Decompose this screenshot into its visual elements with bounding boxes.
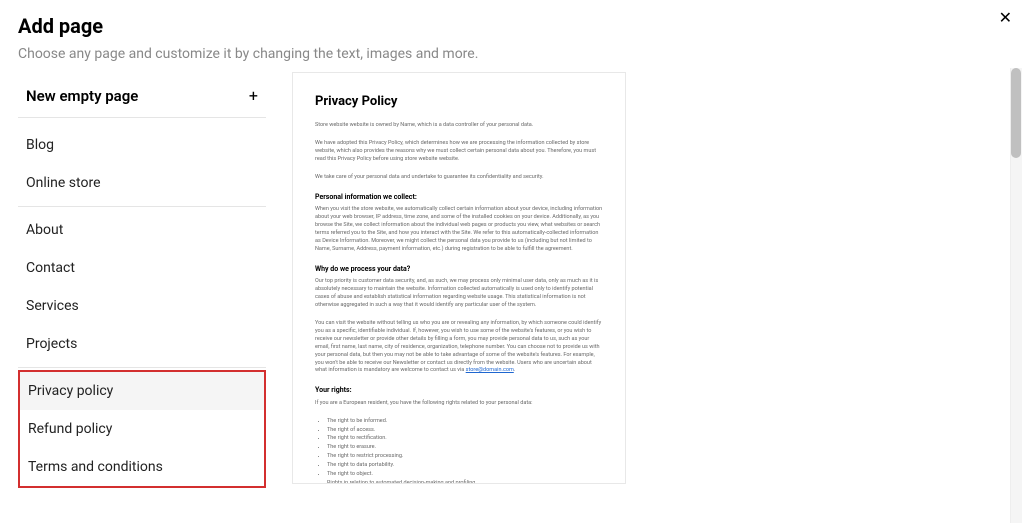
preview-section-body: Our top priority is customer data securi…: [315, 278, 603, 310]
preview-section-title: Personal information we collect:: [315, 192, 603, 202]
preview-title: Privacy Policy: [315, 93, 603, 112]
preview-section-title: Your rights:: [315, 385, 603, 395]
sidebar-item-services[interactable]: Services: [18, 287, 266, 325]
sidebar-item-refund-policy[interactable]: Refund policy: [20, 410, 264, 448]
preview-intro: Store website website is owned by Name, …: [315, 122, 603, 130]
preview-section-body: You can visit the website without tellin…: [315, 320, 603, 376]
list-item: The right to rectification.: [327, 435, 603, 443]
scrollbar[interactable]: [1010, 68, 1022, 523]
sidebar-item-label: Projects: [26, 336, 77, 352]
preview-area: Privacy Policy Store website website is …: [292, 68, 1006, 488]
sidebar-item-online-store[interactable]: Online store: [18, 164, 266, 202]
sidebar-item-label: Online store: [26, 175, 101, 191]
page-title: Add page: [18, 14, 1006, 38]
sidebar-item-label: Refund policy: [28, 421, 112, 437]
preview-text: You can visit the website without tellin…: [315, 320, 601, 374]
list-item: The right to erasure.: [327, 444, 603, 452]
sidebar-item-label: Services: [26, 298, 79, 314]
sidebar-item-label: Blog: [26, 137, 54, 153]
list-item: The right to object.: [327, 471, 603, 479]
page-subtitle: Choose any page and customize it by chan…: [18, 46, 1006, 62]
preview-section-title: Why do we process your data?: [315, 264, 603, 274]
preview-section-lead: If you are a European resident, you have…: [315, 400, 603, 408]
sidebar-item-privacy-policy[interactable]: Privacy policy: [20, 372, 264, 410]
list-item: Rights in relation to automated decision…: [327, 480, 603, 484]
close-icon[interactable]: ✕: [999, 8, 1012, 27]
list-item: The right to be informed.: [327, 418, 603, 426]
sidebar-group-2: About Contact Services Projects: [18, 207, 266, 368]
plus-icon: +: [249, 86, 258, 105]
new-empty-page-button[interactable]: New empty page +: [18, 74, 266, 118]
preview-rights-list: The right to be informed. The right of a…: [315, 418, 603, 484]
header: Add page Choose any page and customize i…: [0, 0, 1024, 68]
sidebar-item-blog[interactable]: Blog: [18, 126, 266, 164]
sidebar-item-about[interactable]: About: [18, 211, 266, 249]
list-item: The right to restrict processing.: [327, 453, 603, 461]
sidebar-item-label: Contact: [26, 260, 75, 276]
new-empty-label: New empty page: [26, 87, 138, 105]
sidebar-group-3-highlighted: Privacy policy Refund policy Terms and c…: [18, 370, 266, 488]
sidebar-item-label: Privacy policy: [28, 383, 113, 399]
list-item: The right of access.: [327, 427, 603, 435]
sidebar-item-terms-conditions[interactable]: Terms and conditions: [20, 448, 264, 486]
preview-section-body: When you visit the store website, we aut…: [315, 206, 603, 254]
preview-email-link[interactable]: store@domain.com: [466, 367, 514, 373]
sidebar-group-1: Blog Online store: [18, 122, 266, 207]
page-preview[interactable]: Privacy Policy Store website website is …: [292, 72, 626, 484]
preview-intro: We have adopted this Privacy Policy, whi…: [315, 140, 603, 164]
scroll-thumb[interactable]: [1011, 68, 1021, 158]
preview-intro: We take care of your personal data and u…: [315, 174, 603, 182]
sidebar-item-label: About: [26, 222, 63, 238]
sidebar-item-label: Terms and conditions: [28, 459, 163, 475]
sidebar-item-contact[interactable]: Contact: [18, 249, 266, 287]
sidebar: New empty page + Blog Online store About…: [18, 68, 266, 488]
sidebar-item-projects[interactable]: Projects: [18, 325, 266, 363]
list-item: The right to data portability.: [327, 462, 603, 470]
